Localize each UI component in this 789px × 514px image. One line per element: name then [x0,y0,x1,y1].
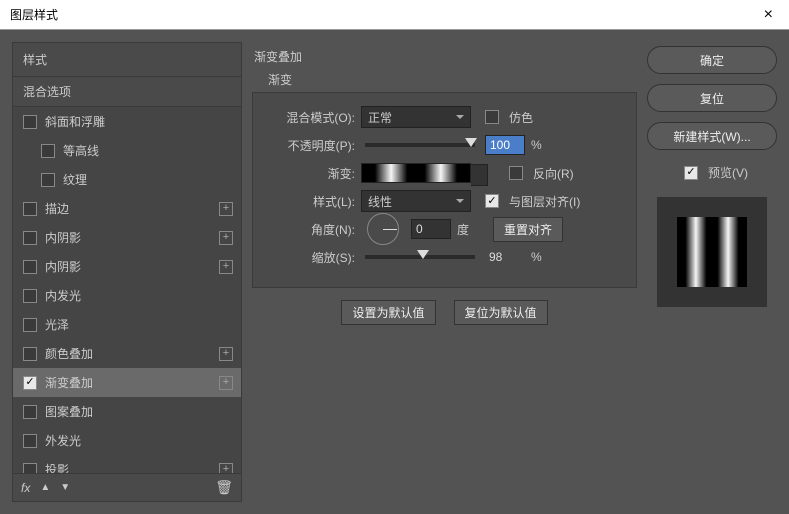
blend-mode-label: 混合模式(O): [265,109,355,126]
scale-label: 缩放(S): [265,249,355,266]
preview-checkbox[interactable] [684,166,698,180]
preview-gradient [677,217,747,287]
styles-header[interactable]: 样式 [13,43,241,77]
angle-label: 角度(N): [265,221,355,238]
gradient-label: 渐变: [265,165,355,182]
style-select[interactable]: 线性 [361,190,471,212]
window-title: 图层样式 [10,6,58,23]
style-item-5[interactable]: 内阴影 + [13,252,241,281]
preview-label: 预览(V) [708,164,748,181]
dither-label: 仿色 [509,109,533,126]
arrow-down-icon[interactable]: ▼ [60,482,70,493]
plus-icon[interactable]: + [219,463,233,474]
opacity-label: 不透明度(P): [265,137,355,154]
reset-default-button[interactable]: 复位为默认值 [454,300,548,325]
style-label: 投影 [45,461,69,473]
style-label: 内阴影 [45,258,81,275]
style-label: 图案叠加 [45,403,93,420]
panel-subtitle: 渐变 [252,69,637,90]
style-item-8[interactable]: 颜色叠加 + [13,339,241,368]
style-label: 外发光 [45,432,81,449]
right-column: 确定 复位 新建样式(W)... 预览(V) [647,42,777,502]
style-checkbox[interactable] [23,115,37,129]
styles-list: 斜面和浮雕等高线纹理描边 + 内阴影 + 内阴影 + 内发光光泽颜色叠加 + 渐变叠加 + 图案叠加… [13,107,241,473]
style-label: 等高线 [63,142,99,159]
style-item-3[interactable]: 描边 + [13,194,241,223]
preview-box [657,197,767,307]
plus-icon[interactable]: + [219,376,233,390]
style-checkbox[interactable] [23,376,37,390]
new-style-button[interactable]: 新建样式(W)... [647,122,777,150]
close-icon[interactable]: × [758,4,779,26]
style-label: 光泽 [45,316,69,333]
plus-icon[interactable]: + [219,347,233,361]
angle-unit: 度 [457,221,469,238]
scale-slider[interactable] [365,255,475,259]
plus-icon[interactable]: + [219,202,233,216]
scale-value[interactable]: 98 [485,247,525,267]
style-item-12[interactable]: 投影 + [13,455,241,473]
angle-dial[interactable] [367,213,399,245]
style-item-9[interactable]: 渐变叠加 + [13,368,241,397]
ok-button[interactable]: 确定 [647,46,777,74]
style-checkbox[interactable] [23,463,37,474]
main-area: 样式 混合选项 斜面和浮雕等高线纹理描边+内阴影+内阴影+内发光光泽颜色叠加+渐… [0,30,789,514]
style-checkbox[interactable] [23,318,37,332]
style-item-1[interactable]: 等高线 [13,136,241,165]
arrow-up-icon[interactable]: ▲ [40,482,50,493]
style-checkbox[interactable] [23,202,37,216]
blend-options-header[interactable]: 混合选项 [13,77,241,107]
opacity-value[interactable]: 100 [485,135,525,155]
style-checkbox[interactable] [23,405,37,419]
plus-icon[interactable]: + [219,260,233,274]
center-column: 渐变叠加 渐变 混合模式(O): 正常 仿色 不透明度(P): 100 % 渐变… [252,42,637,502]
style-item-11[interactable]: 外发光 [13,426,241,455]
style-label: 斜面和浮雕 [45,113,105,130]
style-label: 样式(L): [265,193,355,210]
gradient-overlay-panel: 混合模式(O): 正常 仿色 不透明度(P): 100 % 渐变: 反向(R) … [252,92,637,288]
style-checkbox[interactable] [23,347,37,361]
style-label: 渐变叠加 [45,374,93,391]
style-label: 描边 [45,200,69,217]
style-item-0[interactable]: 斜面和浮雕 [13,107,241,136]
opacity-slider[interactable] [365,143,475,147]
style-item-6[interactable]: 内发光 [13,281,241,310]
style-item-10[interactable]: 图案叠加 [13,397,241,426]
style-checkbox[interactable] [23,260,37,274]
fx-icon[interactable]: fx [21,481,30,495]
style-label: 内阴影 [45,229,81,246]
style-label: 颜色叠加 [45,345,93,362]
titlebar: 图层样式 × [0,0,789,30]
style-item-2[interactable]: 纹理 [13,165,241,194]
style-checkbox[interactable] [41,173,55,187]
plus-icon[interactable]: + [219,231,233,245]
style-item-4[interactable]: 内阴影 + [13,223,241,252]
percent-label: % [531,138,542,152]
reverse-label: 反向(R) [533,165,574,182]
align-checkbox[interactable] [485,194,499,208]
align-label: 与图层对齐(I) [509,193,580,210]
blend-mode-select[interactable]: 正常 [361,106,471,128]
trash-icon[interactable]: 🗑 [215,479,233,496]
styles-column: 样式 混合选项 斜面和浮雕等高线纹理描边+内阴影+内阴影+内发光光泽颜色叠加+渐… [12,42,242,502]
styles-footer: fx ▲ ▼ 🗑 [13,473,241,501]
style-label: 内发光 [45,287,81,304]
style-checkbox[interactable] [23,434,37,448]
gradient-swatch[interactable] [361,163,471,183]
panel-title: 渐变叠加 [252,46,637,69]
style-checkbox[interactable] [41,144,55,158]
reverse-checkbox[interactable] [509,166,523,180]
reset-align-button[interactable]: 重置对齐 [493,217,563,242]
style-checkbox[interactable] [23,231,37,245]
style-label: 纹理 [63,171,87,188]
dither-checkbox[interactable] [485,110,499,124]
style-checkbox[interactable] [23,289,37,303]
set-default-button[interactable]: 设置为默认值 [341,300,435,325]
angle-value[interactable]: 0 [411,219,451,239]
percent-label-2: % [531,250,542,264]
cancel-button[interactable]: 复位 [647,84,777,112]
style-item-7[interactable]: 光泽 [13,310,241,339]
